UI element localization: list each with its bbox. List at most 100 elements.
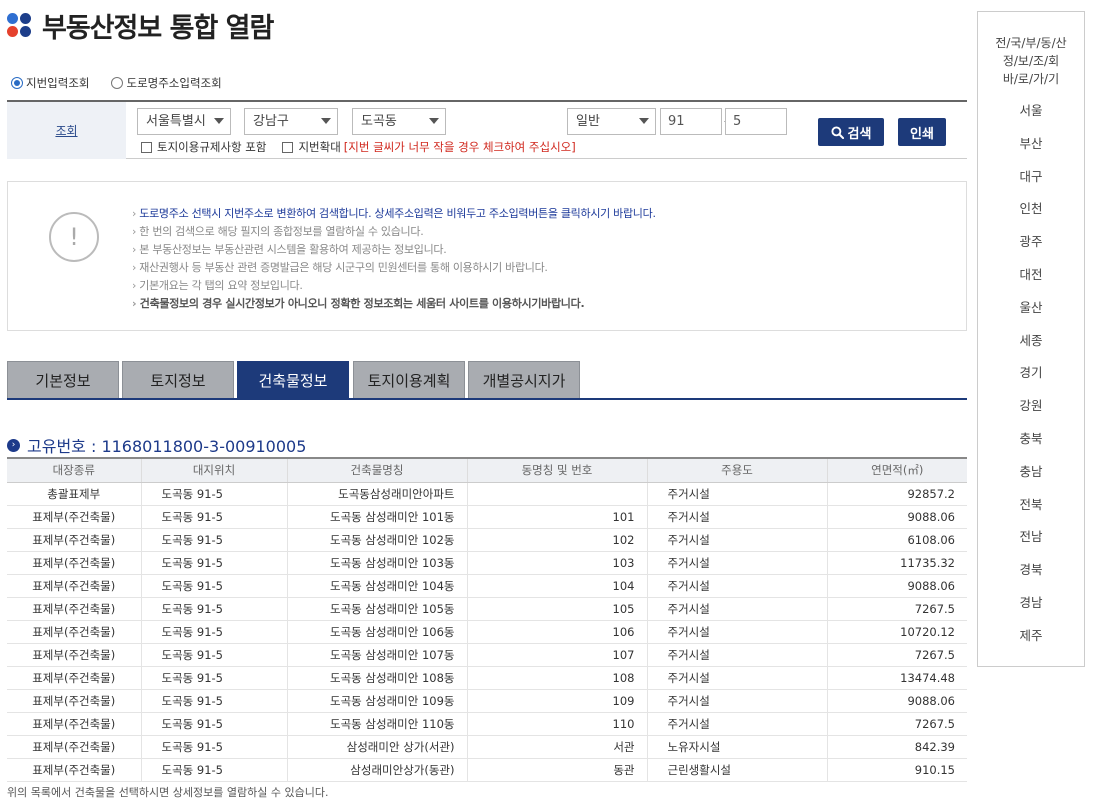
table-row[interactable]: 표제부(주건축물) 도곡동 91-5 도곡동 삼성래미안 109동 109 주거시설 90… — [7, 689, 967, 713]
table-cell: 주거시설 — [646, 505, 827, 529]
table-cell: 도곡동 91-5 — [140, 528, 287, 552]
radio-road-address-search[interactable]: 도로명주소입력조회 — [111, 75, 222, 91]
table-cell: 842.39 — [826, 735, 967, 759]
sub-number-input[interactable]: 5 — [725, 108, 787, 135]
sidebar-item-region[interactable]: 경남 — [978, 593, 1084, 626]
table-cell: 110 — [466, 712, 647, 736]
notice-item: 건축물정보의 경우 실시간정보가 아니오니 정확한 정보조회는 세움터 사이트를… — [132, 295, 656, 313]
table-row[interactable]: 표제부(주건축물) 도곡동 91-5 삼성래미안상가(동관) 동관 근린생활시설 910.… — [7, 758, 967, 782]
table-cell: 92857.2 — [826, 482, 967, 506]
search-button[interactable]: 검색 — [818, 118, 884, 146]
sidebar-item-region[interactable]: 울산 — [978, 298, 1084, 331]
tab-land-price[interactable]: 개별공시지가 — [468, 361, 580, 398]
tab-basic-info[interactable]: 기본정보 — [7, 361, 119, 398]
table-cell: 노유자시설 — [646, 735, 827, 759]
table-row[interactable]: 표제부(주건축물) 도곡동 91-5 도곡동 삼성래미안 102동 102 주거시설 61… — [7, 528, 967, 552]
table-cell: 도곡동 삼성래미안 107동 — [286, 643, 467, 667]
table-row[interactable]: 총괄표제부 도곡동 91-5 도곡동삼성래미안아파트 주거시설 92857.2 — [7, 482, 967, 506]
table-cell: 도곡동 삼성래미안 106동 — [286, 620, 467, 644]
tab-building-info[interactable]: 건축물정보 — [237, 361, 349, 398]
lot-type-select[interactable]: 일반 — [567, 108, 656, 135]
sidebar-item-region[interactable]: 대전 — [978, 265, 1084, 298]
table-cell: 표제부(주건축물) — [7, 528, 141, 552]
table-cell: 104 — [466, 574, 647, 598]
tab-land-use-plan[interactable]: 토지이용계획 — [353, 361, 465, 398]
sidebar-item-region[interactable]: 제주 — [978, 626, 1084, 659]
table-row[interactable]: 표제부(주건축물) 도곡동 91-5 도곡동 삼성래미안 107동 107 주거시설 72… — [7, 643, 967, 667]
table-cell: 도곡동 91-5 — [140, 689, 287, 713]
radio-selected-icon[interactable] — [11, 77, 23, 89]
table-row[interactable]: 표제부(주건축물) 도곡동 91-5 도곡동 삼성래미안 108동 108 주거시설 13… — [7, 666, 967, 690]
search-button-label: 검색 — [847, 125, 872, 141]
main-number-input[interactable]: 91 — [660, 108, 722, 135]
search-panel: 조회 서울특별시 강남구 도곡동 일반 91 - 5 검색 인쇄 토지이용규제사… — [7, 100, 967, 159]
chevron-down-icon — [214, 118, 224, 124]
exclamation-icon: ! — [49, 212, 99, 262]
table-row[interactable]: 표제부(주건축물) 도곡동 91-5 도곡동 삼성래미안 101동 101 주거시설 90… — [7, 505, 967, 529]
lot-type-select-value: 일반 — [576, 114, 600, 129]
table-cell: 표제부(주건축물) — [7, 620, 141, 644]
page-title: 부동산정보 통합 열람 — [42, 13, 274, 44]
page-header: 부동산정보 통합 열람 — [7, 6, 274, 45]
region-list: 서울 부산 대구 인천 광주 대전 울산 세종 경기 강원 충북 충남 전북 전남 경북 경남 제주 — [978, 101, 1084, 659]
table-cell: 도곡동 삼성래미안 103동 — [286, 551, 467, 575]
sidebar-title-line: 전/국/부/동/산 — [995, 36, 1067, 50]
building-table: 대장종류 대지위치 건축물명칭 동명칭 및 번호 주용도 연면적(㎡) 총괄표제… — [7, 457, 967, 782]
table-cell: 7267.5 — [826, 597, 967, 621]
chevron-down-icon — [429, 118, 439, 124]
table-cell: 도곡동 삼성래미안 109동 — [286, 689, 467, 713]
table-cell: 103 — [466, 551, 647, 575]
table-cell: 10720.12 — [826, 620, 967, 644]
region-sidebar: 전/국/부/동/산 정/보/조/회 바/로/가/기 서울 부산 대구 인천 광주 대전 울산… — [977, 11, 1085, 667]
search-mode-group: 지번입력조회 도로명주소입력조회 — [11, 75, 222, 91]
column-header: 대장종류 — [7, 457, 141, 483]
checkbox-label: 토지이용규제사항 포함 — [157, 140, 267, 154]
logo-dots-icon — [7, 12, 33, 39]
table-cell: 주거시설 — [646, 620, 827, 644]
sidebar-item-region[interactable]: 경북 — [978, 560, 1084, 593]
table-cell: 도곡동 삼성래미안 101동 — [286, 505, 467, 529]
district-select[interactable]: 강남구 — [244, 108, 338, 135]
sidebar-item-region[interactable]: 부산 — [978, 134, 1084, 167]
notice-item: 재산권행사 등 부동산 관련 증명발급은 해당 시군구의 민원센터를 통해 이용… — [132, 259, 656, 277]
radio-unselected-icon[interactable] — [111, 77, 124, 89]
sidebar-title: 전/국/부/동/산 정/보/조/회 바/로/가/기 — [978, 34, 1084, 88]
city-select[interactable]: 서울특별시 — [137, 108, 231, 135]
radio-label: 지번입력조회 — [26, 76, 90, 90]
checkbox-icon[interactable] — [282, 141, 294, 153]
checkbox-icon[interactable] — [141, 141, 152, 153]
sidebar-item-region[interactable]: 경기 — [978, 363, 1084, 396]
table-cell: 106 — [466, 620, 647, 644]
table-cell: 도곡동 삼성래미안 104동 — [286, 574, 467, 598]
table-footnote: 위의 목록에서 건축물을 선택하시면 상세정보를 열람하실 수 있습니다. — [7, 786, 329, 799]
dong-select[interactable]: 도곡동 — [352, 108, 446, 135]
sidebar-item-region[interactable]: 전북 — [978, 495, 1084, 528]
sidebar-item-region[interactable]: 서울 — [978, 101, 1084, 134]
table-cell: 표제부(주건축물) — [7, 735, 141, 759]
table-cell: 11735.32 — [826, 551, 967, 575]
notice-box: ! 도로명주소 선택시 지번주소로 변환하여 검색합니다. 상세주소입력은 비워… — [7, 181, 967, 331]
sidebar-item-region[interactable]: 대구 — [978, 167, 1084, 200]
table-row[interactable]: 표제부(주건축물) 도곡동 91-5 도곡동 삼성래미안 106동 106 주거시설 10… — [7, 620, 967, 644]
table-row[interactable]: 표제부(주건축물) 도곡동 91-5 도곡동 삼성래미안 105동 105 주거시설 72… — [7, 597, 967, 621]
sidebar-item-region[interactable]: 인천 — [978, 199, 1084, 232]
sidebar-item-region[interactable]: 강원 — [978, 396, 1084, 429]
sidebar-item-region[interactable]: 충남 — [978, 462, 1084, 495]
zoom-lot-checkbox[interactable]: 지번확대 [지번 글씨가 너무 작을 경우 체크하여 주십시오] — [282, 139, 576, 155]
table-row[interactable]: 표제부(주건축물) 도곡동 91-5 도곡동 삼성래미안 104동 104 주거시설 90… — [7, 574, 967, 598]
sidebar-item-region[interactable]: 충북 — [978, 429, 1084, 462]
sidebar-item-region[interactable]: 세종 — [978, 331, 1084, 364]
table-row[interactable]: 표제부(주건축물) 도곡동 91-5 도곡동 삼성래미안 103동 103 주거시설 11… — [7, 551, 967, 575]
table-row[interactable]: 표제부(주건축물) 도곡동 91-5 삼성래미안 상가(서관) 서관 노유자시설 842.… — [7, 735, 967, 759]
table-cell: 표제부(주건축물) — [7, 597, 141, 621]
sidebar-item-region[interactable]: 광주 — [978, 232, 1084, 265]
sidebar-title-line: 바/로/가/기 — [1002, 72, 1060, 86]
land-regulation-checkbox[interactable]: 토지이용규제사항 포함 — [141, 139, 266, 155]
table-cell: 101 — [466, 505, 647, 529]
tab-land-info[interactable]: 토지정보 — [122, 361, 234, 398]
chevron-down-icon — [639, 118, 649, 124]
radio-lot-number-search[interactable]: 지번입력조회 — [11, 75, 89, 91]
table-row[interactable]: 표제부(주건축물) 도곡동 91-5 도곡동 삼성래미안 110동 110 주거시설 72… — [7, 712, 967, 736]
print-button[interactable]: 인쇄 — [898, 118, 946, 146]
sidebar-item-region[interactable]: 전남 — [978, 527, 1084, 560]
